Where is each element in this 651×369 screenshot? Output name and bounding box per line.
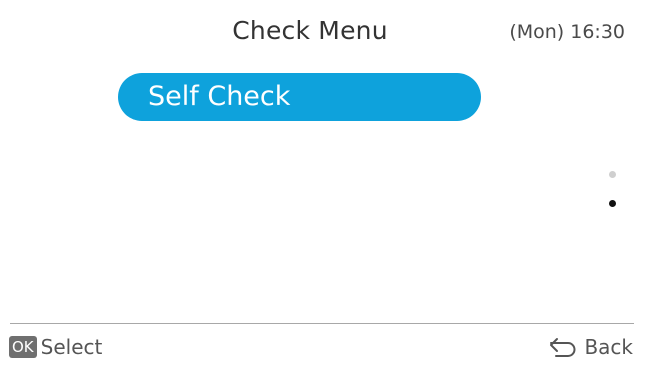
ok-badge: OK [9,336,37,358]
select-button[interactable]: OK Select [9,335,102,359]
back-arrow-icon [550,338,576,357]
menu-item-self-check[interactable]: Self Check [118,73,481,121]
page-indicator [609,171,617,229]
back-button[interactable]: Back [548,335,633,359]
back-label: Back [584,335,633,359]
clock: (Mon) 16:30 [509,21,625,43]
page-dot-2 [609,200,616,207]
page-dot-1 [609,171,616,178]
select-label: Select [40,335,103,359]
check-menu-screen: Check Menu (Mon) 16:30 Self Check OK Sel… [0,0,651,369]
footer-divider [10,323,634,324]
